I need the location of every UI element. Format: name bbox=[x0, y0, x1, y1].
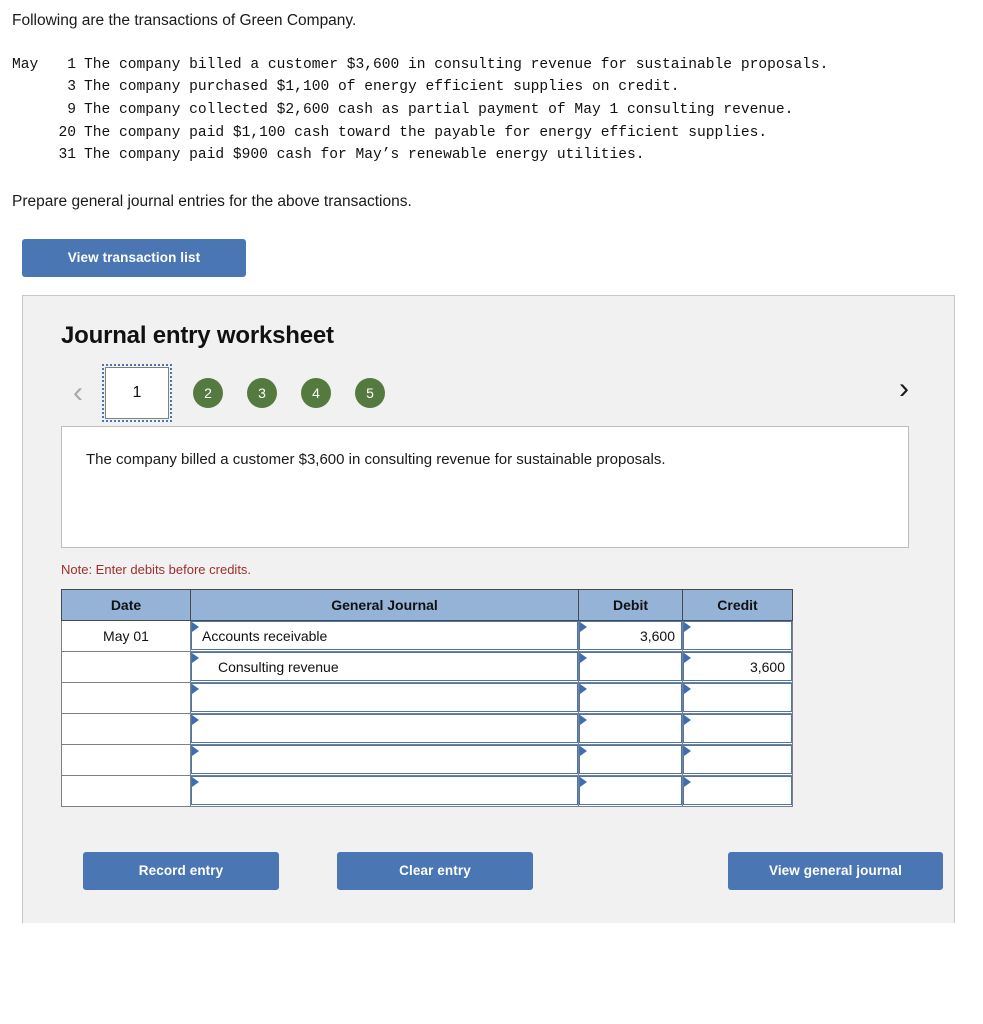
transaction-description: The company paid $1,100 cash toward the … bbox=[84, 124, 768, 141]
transaction-row: 31 The company paid $900 cash for May’s … bbox=[12, 144, 983, 167]
account-input[interactable]: Accounts receivable bbox=[191, 621, 578, 651]
account-cell[interactable]: Accounts receivable bbox=[190, 619, 579, 652]
debit-input[interactable] bbox=[579, 776, 682, 806]
date-cell[interactable] bbox=[61, 681, 191, 714]
debit-cell[interactable] bbox=[578, 774, 683, 807]
journal-entry-worksheet-panel: Journal entry worksheet ‹ 1 2 3 4 5 › Th… bbox=[22, 294, 955, 923]
worksheet-tab-5[interactable]: 5 bbox=[355, 377, 385, 408]
worksheet-tab-2[interactable]: 2 bbox=[193, 377, 223, 408]
general-journal-table: Date General Journal Debit Credit May 01… bbox=[61, 588, 793, 807]
credit-input[interactable] bbox=[683, 776, 792, 806]
credit-cell[interactable]: 3,600 bbox=[682, 650, 793, 683]
credit-input[interactable]: 3,600 bbox=[683, 652, 792, 682]
transaction-row: 3 The company purchased $1,100 of energy… bbox=[12, 76, 983, 99]
chevron-right-icon[interactable]: › bbox=[887, 373, 921, 404]
credit-cell[interactable] bbox=[682, 743, 793, 776]
transaction-description: The company billed a customer $3,600 in … bbox=[84, 56, 829, 73]
account-cell[interactable] bbox=[190, 712, 579, 745]
credit-input[interactable] bbox=[683, 714, 792, 744]
table-row bbox=[61, 743, 793, 776]
credit-cell[interactable] bbox=[682, 619, 793, 652]
account-value: Accounts receivable bbox=[202, 627, 328, 644]
transaction-day: 3 bbox=[67, 79, 76, 96]
debit-cell[interactable] bbox=[578, 712, 683, 745]
transaction-description-box: The company billed a customer $3,600 in … bbox=[61, 425, 909, 548]
account-input[interactable]: Consulting revenue bbox=[191, 652, 578, 682]
transaction-day: 1 bbox=[67, 56, 76, 73]
transaction-month: May bbox=[12, 56, 39, 73]
instruction-text: Prepare general journal entries for the … bbox=[12, 192, 412, 210]
credit-cell[interactable] bbox=[682, 712, 793, 745]
account-value: Consulting revenue bbox=[218, 658, 339, 675]
debit-cell[interactable] bbox=[578, 743, 683, 776]
account-cell[interactable]: Consulting revenue bbox=[190, 650, 579, 683]
credit-input[interactable] bbox=[683, 745, 792, 775]
account-input[interactable] bbox=[191, 776, 578, 806]
view-general-journal-button[interactable]: View general journal bbox=[728, 851, 943, 890]
debit-cell[interactable] bbox=[578, 681, 683, 714]
debit-value: 3,600 bbox=[639, 627, 675, 644]
account-cell[interactable] bbox=[190, 743, 579, 776]
debit-input[interactable]: 3,600 bbox=[579, 621, 682, 651]
transaction-day: 9 bbox=[67, 101, 76, 118]
record-entry-button[interactable]: Record entry bbox=[83, 851, 279, 890]
credit-cell[interactable] bbox=[682, 774, 793, 807]
debit-input[interactable] bbox=[579, 652, 682, 682]
account-cell[interactable] bbox=[190, 681, 579, 714]
debit-input[interactable] bbox=[579, 683, 682, 713]
table-row: Consulting revenue 3,600 bbox=[61, 650, 793, 683]
transaction-row: May 1 The company billed a customer $3,6… bbox=[12, 54, 983, 77]
date-cell[interactable] bbox=[61, 650, 191, 683]
transaction-day: 31 bbox=[58, 147, 76, 164]
date-cell[interactable]: May 01 bbox=[61, 619, 191, 652]
debits-before-credits-note: Note: Enter debits before credits. bbox=[61, 561, 252, 577]
worksheet-tab-4[interactable]: 4 bbox=[301, 377, 331, 408]
transaction-description: The company collected $2,600 cash as par… bbox=[84, 101, 794, 118]
column-header-general-journal: General Journal bbox=[190, 588, 579, 621]
credit-cell[interactable] bbox=[682, 681, 793, 714]
date-cell[interactable] bbox=[61, 774, 191, 807]
worksheet-pager: ‹ 1 2 3 4 5 › bbox=[61, 363, 921, 422]
transaction-list: May 1 The company billed a customer $3,6… bbox=[0, 54, 983, 167]
transaction-day: 20 bbox=[58, 124, 76, 141]
transaction-description: The company purchased $1,100 of energy e… bbox=[84, 79, 680, 96]
table-row bbox=[61, 681, 793, 714]
view-transaction-list-button[interactable]: View transaction list bbox=[22, 238, 246, 277]
table-row bbox=[61, 712, 793, 745]
debit-input[interactable] bbox=[579, 714, 682, 744]
column-header-date: Date bbox=[61, 588, 191, 621]
toolbar: View transaction list bbox=[0, 211, 983, 277]
account-cell[interactable] bbox=[190, 774, 579, 807]
transaction-row: 9 The company collected $2,600 cash as p… bbox=[12, 99, 983, 122]
debit-input[interactable] bbox=[579, 745, 682, 775]
table-row bbox=[61, 774, 793, 807]
table-header-row: Date General Journal Debit Credit bbox=[61, 588, 793, 621]
worksheet-title: Journal entry worksheet bbox=[61, 321, 334, 349]
account-input[interactable] bbox=[191, 714, 578, 744]
date-cell[interactable] bbox=[61, 743, 191, 776]
clear-entry-button[interactable]: Clear entry bbox=[337, 851, 533, 890]
column-header-credit: Credit bbox=[682, 588, 793, 621]
account-input[interactable] bbox=[191, 683, 578, 713]
worksheet-actions: Record entry Clear entry View general jo… bbox=[83, 851, 943, 894]
column-header-debit: Debit bbox=[578, 588, 683, 621]
date-cell[interactable] bbox=[61, 712, 191, 745]
table-row: May 01 Accounts receivable 3,600 bbox=[61, 619, 793, 652]
page-intro: Following are the transactions of Green … bbox=[12, 12, 357, 29]
worksheet-tab-3[interactable]: 3 bbox=[247, 377, 277, 408]
transaction-description: The company paid $900 cash for May’s ren… bbox=[84, 147, 645, 164]
credit-input[interactable] bbox=[683, 683, 792, 713]
worksheet-tab-1[interactable]: 1 bbox=[102, 363, 172, 422]
transaction-row: 20 The company paid $1,100 cash toward t… bbox=[12, 122, 983, 145]
credit-value: 3,600 bbox=[749, 658, 785, 675]
debit-cell[interactable] bbox=[578, 650, 683, 683]
account-input[interactable] bbox=[191, 745, 578, 775]
chevron-left-icon[interactable]: ‹ bbox=[61, 377, 95, 408]
credit-input[interactable] bbox=[683, 621, 792, 651]
debit-cell[interactable]: 3,600 bbox=[578, 619, 683, 652]
